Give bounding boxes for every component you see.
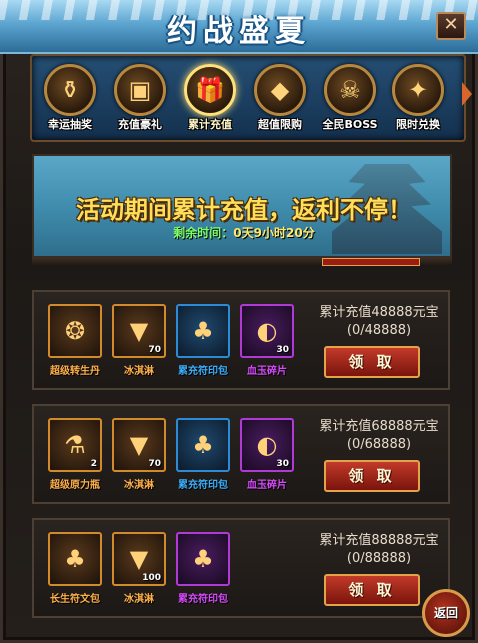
treasure-chest-icon: ▣ xyxy=(114,64,166,116)
goal-text: 累计充值48888元宝 (0/48888) xyxy=(306,304,452,340)
ice-cream-icon: ▼ xyxy=(129,431,149,459)
item-name: 累充符印包 xyxy=(178,594,228,605)
ice-cream-icon: ▼ xyxy=(129,317,149,345)
tab-recharge-gift[interactable]: ▣ 充值豪礼 xyxy=(110,64,170,138)
tab-cumulative-recharge[interactable]: 🎁 累计充值 xyxy=(180,64,240,138)
pouch-icon: ♣ xyxy=(192,317,214,345)
back-button[interactable]: 返回 xyxy=(422,589,470,637)
item-name: 血玉碎片 xyxy=(247,480,287,491)
reward-item[interactable]: ♣ xyxy=(176,418,230,472)
potion-bottle-icon: ⚗ xyxy=(64,431,86,459)
gift-box-icon: 🎁 xyxy=(184,64,236,116)
reward-item[interactable]: ⚗ 2 xyxy=(48,418,102,472)
tab-label: 超值限购 xyxy=(258,118,302,131)
time-remaining-label: 剩余时间： xyxy=(173,226,234,240)
boss-head-icon: ☠ xyxy=(324,64,376,116)
pill-icon: ❂ xyxy=(64,317,86,345)
event-banner: 活动期间累计充值，返利不停！ 剩余时间：0天9小时20分 xyxy=(32,154,452,258)
ice-cream-icon: ▼ xyxy=(129,545,149,573)
time-remaining-value: 0天9小时20分 xyxy=(233,226,315,240)
pouch-icon: ♣ xyxy=(192,431,214,459)
item-name: 超级转生丹 xyxy=(50,366,100,377)
treasure-pot-icon: ⚱ xyxy=(44,64,96,116)
jade-shard-icon: ◐ xyxy=(256,431,278,459)
reward-item[interactable]: ❂ xyxy=(48,304,102,358)
reward-item[interactable]: ◐ 30 xyxy=(240,418,294,472)
reward-list[interactable]: ❂ 超级转生丹 ▼ 70 冰淇淋 ♣ 累充符印包 ◐ 30 血玉碎片 累计充值488… xyxy=(32,264,452,643)
reward-item[interactable]: ◐ 30 xyxy=(240,304,294,358)
item-name: 累充符印包 xyxy=(178,480,228,491)
reward-item[interactable]: ♣ xyxy=(48,532,102,586)
activity-tabs: ⚱ 幸运抽奖 ▣ 充值豪礼 🎁 累计充值 ◆ 超值限购 ☠ 全民BOSS ✦ 限… xyxy=(30,54,472,142)
time-remaining: 剩余时间：0天9小时20分 xyxy=(34,224,450,241)
window-title: 约战盛夏 xyxy=(167,14,311,49)
goal-progress: (0/88888) xyxy=(346,551,412,566)
claim-button[interactable]: 领 取 xyxy=(324,460,420,492)
tab-label: 限时兑换 xyxy=(396,118,440,131)
item-name: 冰淇淋 xyxy=(124,480,154,491)
event-headline: 活动期间累计充值，返利不停！ xyxy=(76,196,412,224)
goal-text: 累计充值68888元宝 (0/68888) xyxy=(306,418,452,454)
scroll-right-arrow-icon[interactable] xyxy=(462,82,472,106)
close-icon: ✕ xyxy=(443,14,459,35)
present-icon: ✦ xyxy=(392,64,444,116)
claim-button[interactable]: 领 取 xyxy=(324,346,420,378)
item-name: 冰淇淋 xyxy=(124,594,154,605)
tab-label: 幸运抽奖 xyxy=(48,118,92,131)
goal-progress: (0/48888) xyxy=(346,323,412,338)
tab-label: 充值豪礼 xyxy=(118,118,162,131)
item-name: 超级原力瓶 xyxy=(50,480,100,491)
tab-lucky-draw[interactable]: ⚱ 幸运抽奖 xyxy=(40,64,100,138)
item-name: 累充符印包 xyxy=(178,366,228,377)
item-name: 血玉碎片 xyxy=(247,366,287,377)
close-button[interactable]: ✕ xyxy=(436,12,466,40)
tab-limited-purchase[interactable]: ◆ 超值限购 xyxy=(250,64,310,138)
jade-shard-icon: ◐ xyxy=(256,317,278,345)
tab-limited-exchange[interactable]: ✦ 限时兑换 xyxy=(388,64,448,138)
reward-item[interactable]: ▼ 100 xyxy=(112,532,166,586)
activity-window: 约战盛夏 ✕ ⚱ 幸运抽奖 ▣ 充值豪礼 🎁 累计充值 ◆ 超值限购 ☠ 全民B… xyxy=(0,0,478,643)
goal-progress: (0/68888) xyxy=(346,437,412,452)
reward-item[interactable]: ♣ xyxy=(176,304,230,358)
claim-button[interactable]: 领 取 xyxy=(324,574,420,606)
pouch-icon: ♣ xyxy=(192,545,214,573)
tab-world-boss[interactable]: ☠ 全民BOSS xyxy=(320,64,380,138)
item-name: 长生符文包 xyxy=(50,594,100,605)
reward-item[interactable]: ▼ 70 xyxy=(112,418,166,472)
pouch-icon: ♣ xyxy=(64,545,86,573)
item-name: 冰淇淋 xyxy=(124,366,154,377)
reward-item[interactable]: ▼ 70 xyxy=(112,304,166,358)
tab-label: 累计充值 xyxy=(188,118,232,131)
reward-row: ⚗ 2 超级原力瓶 ▼ 70 冰淇淋 ♣ 累充符印包 ◐ 30 血玉碎片 累计充值68… xyxy=(32,404,450,504)
title-banner: 约战盛夏 ✕ xyxy=(0,0,478,54)
reward-row: ♣ 长生符文包 ▼ 100 冰淇淋 ♣ 累充符印包 累计充值88888元宝 (0/8… xyxy=(32,518,450,618)
reward-item[interactable]: ♣ xyxy=(176,532,230,586)
tab-label: 全民BOSS xyxy=(322,118,378,131)
gold-ingot-icon: ◆ xyxy=(254,64,306,116)
reward-row: ❂ 超级转生丹 ▼ 70 冰淇淋 ♣ 累充符印包 ◐ 30 血玉碎片 累计充值488… xyxy=(32,290,450,390)
goal-text: 累计充值88888元宝 (0/88888) xyxy=(306,532,452,568)
